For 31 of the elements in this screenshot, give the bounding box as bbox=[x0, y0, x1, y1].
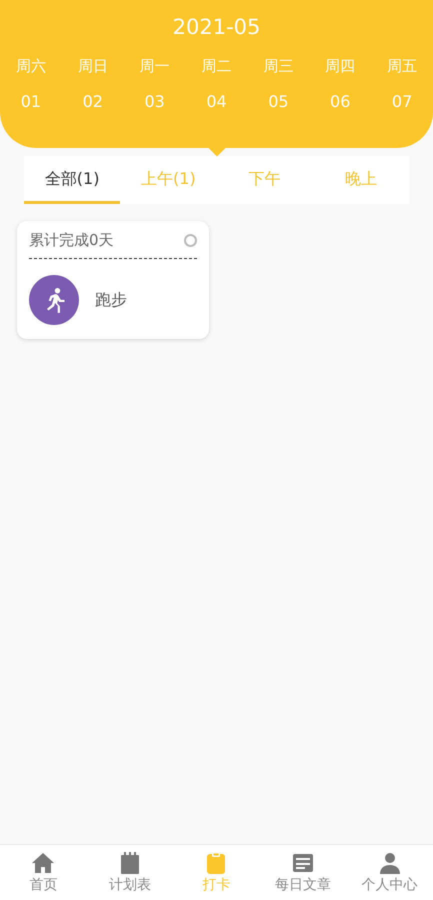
nav-item[interactable]: 每日文章 bbox=[260, 845, 346, 900]
weekday-label: 周四 bbox=[324, 56, 356, 77]
document-icon bbox=[291, 851, 316, 875]
date-button[interactable]: 03 bbox=[140, 90, 169, 114]
tab[interactable]: 下午 bbox=[216, 156, 313, 204]
weekday-label: 周三 bbox=[262, 56, 294, 77]
completion-summary: 累计完成0天 bbox=[29, 230, 114, 251]
person-icon bbox=[378, 851, 402, 875]
date-button[interactable]: 02 bbox=[78, 90, 107, 114]
tab[interactable]: 上午(1) bbox=[120, 156, 216, 204]
nav-item[interactable]: 首页 bbox=[0, 845, 87, 900]
weekday-label: 周日 bbox=[76, 56, 109, 77]
checkbox[interactable] bbox=[184, 234, 197, 247]
date-button[interactable]: 07 bbox=[388, 90, 416, 114]
nav-item[interactable]: 个人中心 bbox=[346, 845, 433, 900]
weekday-label: 周六 bbox=[14, 56, 47, 77]
nav-item[interactable]: 计划表 bbox=[86, 845, 174, 900]
weekday-label: 周五 bbox=[386, 56, 418, 77]
date-button[interactable]: 06 bbox=[326, 90, 354, 114]
habit-card[interactable]: 累计完成0天 跑步 bbox=[17, 221, 209, 338]
home-icon bbox=[30, 851, 56, 875]
date-button[interactable]: 04 bbox=[202, 90, 231, 114]
weekday-label: 周二 bbox=[200, 56, 232, 77]
weekday-label: 周一 bbox=[138, 56, 171, 77]
tab[interactable]: 全部(1) bbox=[24, 156, 120, 204]
nav-item[interactable]: 打卡 bbox=[173, 845, 260, 900]
date-button[interactable]: 05 bbox=[264, 90, 293, 114]
tab[interactable]: 晚上 bbox=[312, 156, 409, 204]
habit-name: 跑步 bbox=[95, 288, 127, 310]
date-button[interactable]: 01 bbox=[16, 90, 46, 114]
month-title: 2021-05 bbox=[172, 15, 260, 39]
